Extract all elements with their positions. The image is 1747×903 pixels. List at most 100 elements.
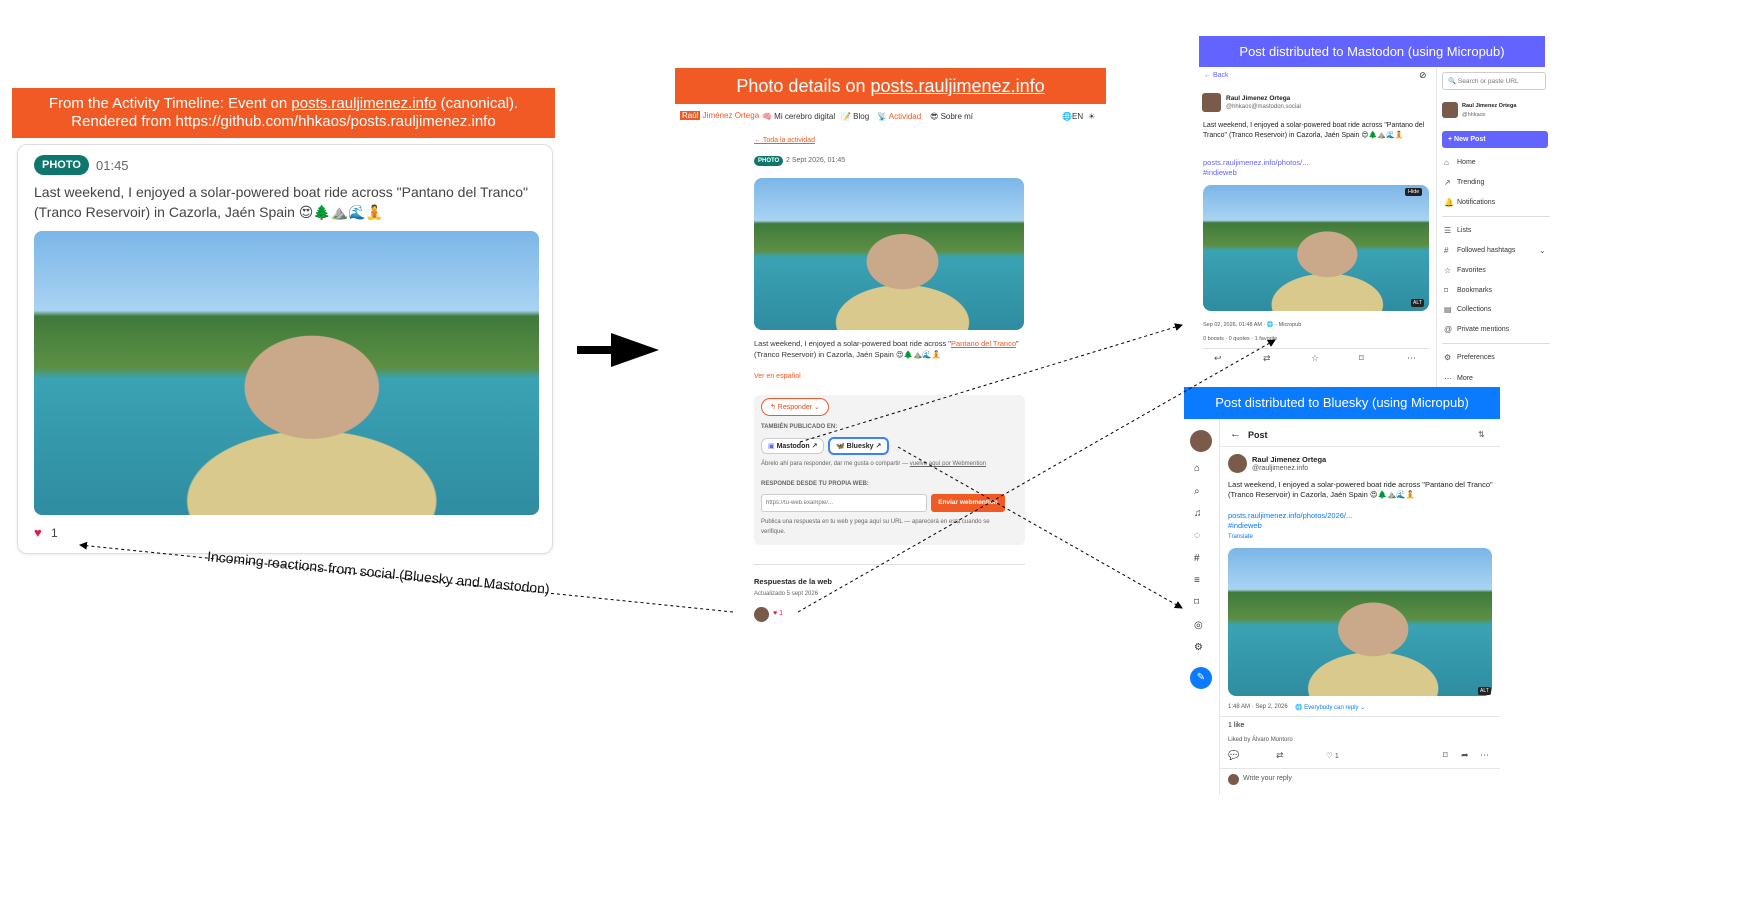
author-name[interactable]: Raul Jimenez Ortega: [1252, 455, 1326, 464]
site-logo[interactable]: Raúl Jiménez Ortega: [680, 111, 759, 120]
avatar[interactable]: [1190, 430, 1212, 452]
meta-divider: [1220, 716, 1500, 717]
liked-by[interactable]: Liked by Álvaro Montoro: [1228, 737, 1293, 743]
sidebar-item-more[interactable]: More: [1457, 375, 1473, 382]
gear-icon[interactable]: ⚙: [1194, 642, 1203, 653]
nav-activity[interactable]: 📡 Actividad: [877, 112, 921, 121]
write-reply-field[interactable]: Write your reply: [1243, 775, 1292, 782]
bell-icon[interactable]: ♫: [1194, 508, 1202, 519]
header-divider: [1220, 446, 1500, 447]
author-avatar[interactable]: [1228, 454, 1247, 473]
post-link[interactable]: posts.rauljimenez.info/photos/2026/...: [1228, 511, 1352, 520]
post-photo[interactable]: [754, 178, 1024, 330]
sidebar-avatar[interactable]: [1442, 102, 1458, 118]
open-hint: Ábrelo ahí para responder, dar me gusta …: [761, 461, 987, 467]
bookmark-icon[interactable]: ⌑: [1443, 750, 1448, 761]
publish-hint: Publica una respuesta en tu web y pega a…: [761, 519, 990, 535]
likes-count[interactable]: 1 like: [1228, 722, 1244, 729]
post-link[interactable]: posts.rauljimenez.info/photos/...: [1203, 158, 1308, 167]
sidebar-item-collections[interactable]: Collections: [1457, 306, 1491, 313]
chevron-down-icon[interactable]: ⌄: [1539, 246, 1546, 255]
language-switch[interactable]: EN: [1072, 112, 1083, 121]
hashtag[interactable]: #indieweb: [1228, 521, 1262, 530]
more-icon[interactable]: ⋯: [1480, 750, 1489, 761]
hashtag-icon[interactable]: #: [1194, 553, 1200, 564]
responses-title: Respuestas de la web: [754, 577, 832, 586]
banner-text-suffix: (canonical).: [436, 95, 519, 112]
search-icon: 🔍: [1448, 78, 1457, 85]
alt-badge[interactable]: ALT: [1478, 687, 1491, 695]
globe-icon[interactable]: 🌐: [1062, 112, 1072, 121]
repost-icon[interactable]: ⇄: [1276, 750, 1284, 761]
search-input[interactable]: 🔍 Search or paste URL: [1442, 72, 1546, 90]
sidebar-item-followed-hashtags[interactable]: Followed hashtags: [1457, 247, 1515, 254]
nav-brain[interactable]: 🧠 Mi cerebro digital: [762, 112, 835, 121]
avatar[interactable]: [1202, 93, 1221, 112]
reply-button[interactable]: ↰ Responder ⌄: [761, 398, 829, 416]
profile-icon[interactable]: ◎: [1194, 620, 1203, 631]
timeline-card[interactable]: PHOTO 01:45 Last weekend, I enjoyed a so…: [17, 144, 553, 554]
sidebar-handle: @hhkaos: [1462, 112, 1486, 118]
bluesky-chip[interactable]: 🦋 Bluesky ↗: [828, 437, 890, 455]
trending-icon: ↗: [1444, 178, 1451, 187]
translate-link[interactable]: Translate: [1228, 534, 1253, 540]
flow-arrow: [577, 333, 659, 367]
send-webmention-button[interactable]: Enviar webmention: [931, 494, 1005, 512]
hashtag[interactable]: #indieweb: [1203, 168, 1237, 177]
reply-icon[interactable]: ↩: [1214, 353, 1222, 364]
nav-about[interactable]: 😎 Sobre mí: [930, 112, 973, 121]
reply-icon[interactable]: 💬: [1228, 750, 1239, 761]
sidebar-border: [1219, 420, 1220, 795]
reply-setting[interactable]: 🌐 Everybody can reply ⌄: [1295, 704, 1365, 711]
post-photo[interactable]: [34, 231, 539, 515]
url-input[interactable]: [761, 494, 927, 512]
list-icon[interactable]: ≡: [1194, 575, 1200, 586]
translate-link[interactable]: Ver en español: [754, 373, 801, 380]
location-link[interactable]: Pantano del Tranco: [951, 339, 1016, 348]
avatar[interactable]: [754, 607, 769, 622]
hide-media-icon[interactable]: ⊘: [1419, 70, 1427, 81]
details-banner: Photo details on posts.rauljimenez.info: [675, 68, 1106, 104]
sidebar-item-home[interactable]: Home: [1457, 159, 1476, 166]
back-link[interactable]: ← Toda la actividad: [754, 137, 815, 144]
sidebar-item-private-mentions[interactable]: Private mentions: [1457, 326, 1509, 333]
theme-toggle-icon[interactable]: ☀: [1088, 112, 1095, 121]
new-post-button[interactable]: + New Post: [1442, 131, 1548, 148]
home-icon[interactable]: ⌂: [1194, 463, 1200, 474]
nav-blog[interactable]: 📝 Blog: [841, 112, 869, 121]
banner-link[interactable]: posts.rauljimenez.info: [871, 76, 1045, 96]
chat-icon[interactable]: ◌: [1194, 530, 1200, 541]
banner-link[interactable]: posts.rauljimenez.info: [291, 95, 436, 112]
like-button[interactable]: ♡ 1: [1326, 751, 1339, 760]
back-arrow-icon[interactable]: ←: [1230, 428, 1241, 440]
post-photo[interactable]: [1228, 548, 1492, 696]
banner-text: From the Activity Timeline: Event on: [48, 95, 292, 112]
compose-button[interactable]: ✎: [1190, 667, 1212, 689]
post-photo[interactable]: [1203, 185, 1429, 311]
banner-text: Photo details on: [736, 76, 871, 96]
more-icon[interactable]: ⋯: [1407, 353, 1416, 364]
mastodon-chip[interactable]: ▣ Mastodon ↗: [761, 438, 825, 454]
photo-badge: PHOTO: [34, 155, 89, 175]
sidebar-item-preferences[interactable]: Preferences: [1457, 354, 1495, 361]
share-icon[interactable]: ➦: [1461, 750, 1469, 761]
sidebar-item-favorites[interactable]: Favorites: [1457, 267, 1486, 274]
search-icon[interactable]: ⌕: [1194, 486, 1200, 497]
heart-icon[interactable]: ♥: [34, 525, 42, 540]
boost-icon[interactable]: ⇄: [1263, 353, 1271, 364]
sidebar-item-trending[interactable]: Trending: [1457, 179, 1484, 186]
reply-divider: [1220, 768, 1500, 769]
mastodon-banner: Post distributed to Mastodon (using Micr…: [1199, 36, 1545, 67]
webmention-link[interactable]: vuelve aquí por Webmention: [910, 461, 986, 467]
favorite-icon[interactable]: ☆: [1311, 353, 1319, 364]
bookmark-icon[interactable]: ⌑: [1194, 597, 1199, 608]
sidebar-item-bookmarks[interactable]: Bookmarks: [1457, 287, 1492, 294]
sidebar-item-notifications[interactable]: Notifications: [1457, 199, 1495, 206]
bookmark-icon[interactable]: ⌑: [1359, 353, 1364, 364]
sidebar-item-lists[interactable]: Lists: [1457, 227, 1471, 234]
author-name[interactable]: Raul Jimenez Ortega: [1226, 95, 1290, 102]
sort-icon[interactable]: ⇅: [1478, 430, 1485, 439]
hide-button[interactable]: Hide: [1405, 188, 1423, 196]
back-button[interactable]: ← Back: [1204, 72, 1229, 79]
alt-badge[interactable]: ALT: [1411, 299, 1424, 307]
